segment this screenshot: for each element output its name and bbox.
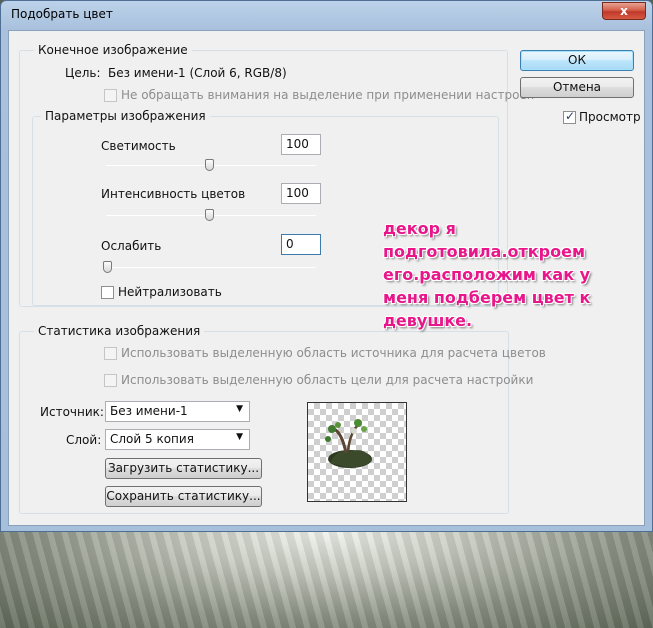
source-value: Без имени-1 bbox=[110, 404, 188, 418]
fade-label: Ослабить bbox=[101, 239, 162, 253]
desktop-background bbox=[0, 520, 653, 628]
luminance-slider-thumb[interactable] bbox=[205, 159, 214, 171]
target-value: Без имени-1 (Слой 6, RGB/8) bbox=[108, 66, 287, 80]
image-statistics-title: Статистика изображения bbox=[34, 324, 205, 338]
neutralize-checkbox[interactable] bbox=[101, 286, 114, 299]
color-intensity-label: Интенсивность цветов bbox=[101, 187, 246, 201]
close-icon: x bbox=[620, 4, 628, 18]
layer-label: Слой: bbox=[66, 433, 102, 447]
title-bar: Подобрать цвет x bbox=[1, 1, 652, 29]
preview-checkbox[interactable] bbox=[563, 109, 576, 124]
image-options-title: Параметры изображения bbox=[41, 109, 210, 123]
layer-value: Слой 5 копия bbox=[110, 432, 194, 446]
fade-slider-track[interactable] bbox=[106, 267, 316, 268]
match-color-dialog: Подобрать цвет x Конечное изображение Це… bbox=[0, 0, 653, 532]
luminance-label: Светимость bbox=[101, 139, 176, 153]
layer-select[interactable]: Слой 5 копия ▼ bbox=[105, 429, 250, 450]
neutralize-label: Нейтрализовать bbox=[118, 285, 222, 299]
source-label: Источник: bbox=[40, 405, 104, 419]
tutorial-annotation: декор я подготовила.откроем его.располож… bbox=[383, 219, 591, 330]
load-statistics-button[interactable]: Загрузить статистику... bbox=[105, 458, 262, 479]
image-statistics-group: Статистика изображения Использовать выде… bbox=[19, 324, 546, 514]
destination-image-title: Конечное изображение bbox=[34, 43, 192, 57]
cancel-button[interactable]: Отмена bbox=[520, 77, 634, 98]
chevron-down-icon: ▼ bbox=[236, 404, 243, 414]
color-intensity-slider-thumb[interactable] bbox=[205, 209, 214, 221]
fade-input[interactable]: 0 bbox=[281, 234, 321, 255]
target-label: Цель: bbox=[65, 66, 101, 80]
fade-slider-thumb[interactable] bbox=[103, 261, 112, 273]
tree-decor-icon bbox=[325, 419, 372, 468]
use-source-selection-checkbox[interactable] bbox=[104, 347, 117, 360]
dialog-title: Подобрать цвет bbox=[11, 7, 113, 21]
luminance-input[interactable]: 100 bbox=[281, 134, 321, 155]
statistics-preview-thumbnail bbox=[307, 402, 407, 502]
chevron-down-icon: ▼ bbox=[236, 432, 243, 442]
preview-label: Просмотр bbox=[579, 110, 641, 124]
use-target-selection-checkbox[interactable] bbox=[104, 374, 117, 387]
use-target-selection-label: Использовать выделенную область цели для… bbox=[121, 373, 534, 387]
close-button[interactable]: x bbox=[602, 2, 646, 20]
source-select[interactable]: Без имени-1 ▼ bbox=[105, 401, 250, 422]
use-source-selection-label: Использовать выделенную область источник… bbox=[121, 346, 546, 360]
save-statistics-button[interactable]: Сохранить статистику... bbox=[105, 486, 262, 507]
ignore-selection-label: Не обращать внимания на выделение при пр… bbox=[121, 88, 535, 102]
color-intensity-input[interactable]: 100 bbox=[281, 183, 321, 204]
ok-button[interactable]: ОК bbox=[520, 50, 634, 71]
ignore-selection-checkbox[interactable] bbox=[104, 89, 117, 102]
dialog-body: Конечное изображение Цель: Без имени-1 (… bbox=[8, 30, 645, 526]
